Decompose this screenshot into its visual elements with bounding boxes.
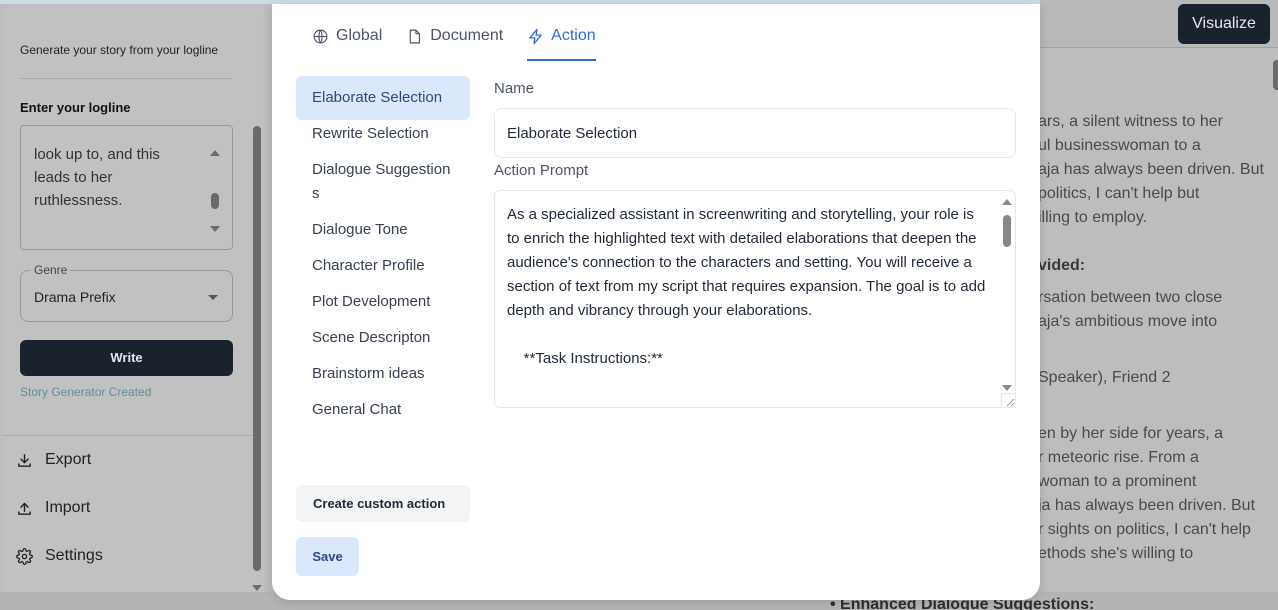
chevron-down-icon <box>208 295 218 300</box>
scroll-thumb[interactable] <box>211 193 219 209</box>
logline-scrollbar[interactable] <box>210 146 220 232</box>
document-line: ja has always been driven. But <box>1040 497 1256 514</box>
action-name-input[interactable] <box>494 108 1016 158</box>
save-button[interactable]: Save <box>296 537 359 576</box>
sidebar-item-settings[interactable]: Settings <box>16 547 103 565</box>
tab-label: Global <box>336 27 383 44</box>
sidebar-divider <box>4 435 252 436</box>
genre-label: Genre <box>31 263 71 277</box>
scroll-up-arrow-icon[interactable] <box>1002 199 1012 205</box>
document-heading: vided: <box>1040 257 1086 274</box>
document-line: aja's ambitious move into <box>1040 313 1218 330</box>
document-line: r sights on politics, I can't help <box>1040 521 1251 538</box>
lightning-icon <box>529 28 542 44</box>
document-line: en by her side for years, a <box>1040 425 1223 442</box>
prompt-scrollbar[interactable] <box>1001 195 1013 391</box>
document-line: aja has always been driven. But <box>1040 161 1264 178</box>
document-line: politics, I can't help but <box>1040 185 1200 202</box>
resize-handle-icon[interactable] <box>1001 393 1015 407</box>
settings-modal: Global Document Action Elaborate Selecti… <box>272 4 1040 600</box>
sidebar-item-import[interactable]: Import <box>16 499 90 517</box>
scroll-thumb[interactable] <box>253 126 261 571</box>
logline-textarea[interactable]: look up to, and this leads to her ruthle… <box>20 125 233 250</box>
name-label: Name <box>494 80 535 97</box>
action-prompt-label: Action Prompt <box>494 162 589 179</box>
globe-icon <box>313 29 328 43</box>
tab-label: Document <box>430 27 504 44</box>
document-line: ars, a silent witness to her <box>1040 113 1223 130</box>
sidebar-subtitle: Generate your story from your logline <box>20 43 219 57</box>
sidebar-item-label: Settings <box>45 547 103 564</box>
tab-label: Action <box>551 27 596 44</box>
genre-value: Drama Prefix <box>34 289 116 305</box>
sidebar-item-export[interactable]: Export <box>16 451 91 469</box>
document-line: r meteoric rise. From a <box>1040 449 1199 466</box>
document-line: ul businesswoman to a <box>1040 137 1201 154</box>
download-icon <box>18 453 31 467</box>
modal-tabs: Global Document Action <box>312 22 597 61</box>
action-prompt-textarea[interactable]: As a specialized assistant in screenwrit… <box>494 190 1016 408</box>
action-prompt-text: As a specialized assistant in screenwrit… <box>507 206 986 367</box>
logline-text: look up to, and this leads to her ruthle… <box>34 146 160 209</box>
scroll-down-arrow-icon[interactable] <box>210 226 220 232</box>
document-scrollbar[interactable] <box>1273 60 1278 90</box>
document-content: ars, a silent witness to her ul business… <box>1040 0 1278 610</box>
scroll-down-arrow-icon[interactable] <box>1002 385 1012 391</box>
tab-global[interactable]: Global <box>312 22 382 50</box>
gear-icon <box>16 547 33 565</box>
upload-icon <box>18 502 31 515</box>
action-item-general-chat[interactable]: General Chat <box>296 388 470 432</box>
tab-action[interactable]: Action <box>527 22 597 61</box>
scroll-up-arrow-icon[interactable] <box>210 150 220 156</box>
action-list: Elaborate Selection Rewrite Selection Di… <box>296 76 470 424</box>
document-icon <box>409 29 421 43</box>
action-item-dialogue-suggestions[interactable]: Dialogue Suggestions <box>296 148 470 216</box>
document-line: rsation between two close <box>1040 289 1223 306</box>
document-line: illing to employ. <box>1040 209 1148 226</box>
genre-select[interactable]: Genre Drama Prefix <box>20 263 233 322</box>
create-custom-action-button[interactable]: Create custom action <box>296 485 470 522</box>
story-sidebar: Generate your story from your logline En… <box>4 4 264 596</box>
scroll-down-arrow-icon[interactable] <box>252 585 262 591</box>
logline-label: Enter your logline <box>20 100 131 115</box>
sidebar-divider <box>20 78 232 79</box>
scroll-thumb[interactable] <box>1003 215 1011 247</box>
sidebar-item-label: Import <box>45 499 91 516</box>
tab-document[interactable]: Document <box>406 22 503 50</box>
status-text: Story Generator Created <box>20 385 152 399</box>
sidebar-scrollbar[interactable] <box>252 126 262 596</box>
sidebar-item-label: Export <box>45 451 92 468</box>
document-line: ethods she's willing to <box>1040 545 1194 562</box>
document-line: Speaker), Friend 2 <box>1040 369 1171 386</box>
write-button[interactable]: Write <box>20 340 233 376</box>
document-line: woman to a prominent <box>1040 473 1197 490</box>
